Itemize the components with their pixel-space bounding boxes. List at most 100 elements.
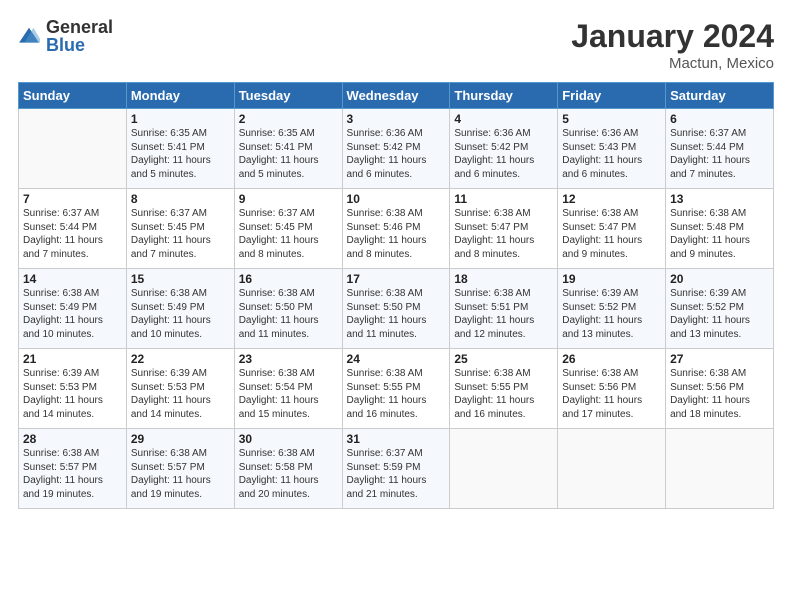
day-cell — [558, 429, 666, 509]
page: General Blue January 2024 Mactun, Mexico… — [0, 0, 792, 612]
logo-general: General — [46, 18, 113, 36]
logo-text: General Blue — [46, 18, 113, 54]
day-info: Sunrise: 6:39 AMSunset: 5:53 PMDaylight:… — [23, 367, 122, 421]
day-number: 31 — [347, 432, 446, 446]
calendar-body: 1Sunrise: 6:35 AMSunset: 5:41 PMDaylight… — [19, 109, 774, 509]
day-info: Sunrise: 6:38 AMSunset: 5:54 PMDaylight:… — [239, 367, 338, 421]
day-number: 14 — [23, 272, 122, 286]
day-cell: 31Sunrise: 6:37 AMSunset: 5:59 PMDayligh… — [342, 429, 450, 509]
day-number: 21 — [23, 352, 122, 366]
day-of-week-wednesday: Wednesday — [342, 83, 450, 109]
day-cell: 8Sunrise: 6:37 AMSunset: 5:45 PMDaylight… — [126, 189, 234, 269]
day-cell — [450, 429, 558, 509]
logo-blue: Blue — [46, 36, 113, 54]
day-number: 29 — [131, 432, 230, 446]
day-info: Sunrise: 6:38 AMSunset: 5:55 PMDaylight:… — [454, 367, 553, 421]
day-info: Sunrise: 6:36 AMSunset: 5:42 PMDaylight:… — [347, 127, 446, 181]
day-number: 3 — [347, 112, 446, 126]
month-title: January 2024 — [571, 18, 774, 55]
day-info: Sunrise: 6:38 AMSunset: 5:55 PMDaylight:… — [347, 367, 446, 421]
calendar-header: SundayMondayTuesdayWednesdayThursdayFrid… — [19, 83, 774, 109]
day-info: Sunrise: 6:37 AMSunset: 5:44 PMDaylight:… — [23, 207, 122, 261]
day-of-week-saturday: Saturday — [666, 83, 774, 109]
week-row-1: 7Sunrise: 6:37 AMSunset: 5:44 PMDaylight… — [19, 189, 774, 269]
day-info: Sunrise: 6:37 AMSunset: 5:44 PMDaylight:… — [670, 127, 769, 181]
day-info: Sunrise: 6:39 AMSunset: 5:52 PMDaylight:… — [670, 287, 769, 341]
day-info: Sunrise: 6:38 AMSunset: 5:46 PMDaylight:… — [347, 207, 446, 261]
day-cell — [19, 109, 127, 189]
day-info: Sunrise: 6:38 AMSunset: 5:56 PMDaylight:… — [670, 367, 769, 421]
calendar: SundayMondayTuesdayWednesdayThursdayFrid… — [18, 82, 774, 509]
day-cell: 26Sunrise: 6:38 AMSunset: 5:56 PMDayligh… — [558, 349, 666, 429]
week-row-0: 1Sunrise: 6:35 AMSunset: 5:41 PMDaylight… — [19, 109, 774, 189]
day-cell: 30Sunrise: 6:38 AMSunset: 5:58 PMDayligh… — [234, 429, 342, 509]
day-info: Sunrise: 6:38 AMSunset: 5:49 PMDaylight:… — [131, 287, 230, 341]
week-row-4: 28 Sunrise: 6:38 AMSunset: 5:57 PMDayligh… — [19, 429, 774, 509]
day-cell: 22Sunrise: 6:39 AMSunset: 5:53 PMDayligh… — [126, 349, 234, 429]
day-cell: 18Sunrise: 6:38 AMSunset: 5:51 PMDayligh… — [450, 269, 558, 349]
day-cell: 15Sunrise: 6:38 AMSunset: 5:49 PMDayligh… — [126, 269, 234, 349]
day-cell: 12Sunrise: 6:38 AMSunset: 5:47 PMDayligh… — [558, 189, 666, 269]
day-of-week-monday: Monday — [126, 83, 234, 109]
day-number: 30 — [239, 432, 338, 446]
day-number: 2 — [239, 112, 338, 126]
day-number: 24 — [347, 352, 446, 366]
day-info: Sunrise: 6:39 AMSunset: 5:52 PMDaylight:… — [562, 287, 661, 341]
day-info: Sunrise: 6:38 AMSunset: 5:58 PMDaylight:… — [239, 447, 338, 501]
day-info: Sunrise: 6:38 AMSunset: 5:50 PMDaylight:… — [239, 287, 338, 341]
day-number: 10 — [347, 192, 446, 206]
day-number: 25 — [454, 352, 553, 366]
day-number: 28 — [23, 432, 122, 446]
day-number: 16 — [239, 272, 338, 286]
day-of-week-thursday: Thursday — [450, 83, 558, 109]
day-cell: 9Sunrise: 6:37 AMSunset: 5:45 PMDaylight… — [234, 189, 342, 269]
day-number: 19 — [562, 272, 661, 286]
day-number: 15 — [131, 272, 230, 286]
day-info: Sunrise: 6:37 AMSunset: 5:59 PMDaylight:… — [347, 447, 446, 501]
day-cell: 25Sunrise: 6:38 AMSunset: 5:55 PMDayligh… — [450, 349, 558, 429]
day-number: 7 — [23, 192, 122, 206]
day-info: Sunrise: 6:37 AMSunset: 5:45 PMDaylight:… — [239, 207, 338, 261]
day-cell: 5Sunrise: 6:36 AMSunset: 5:43 PMDaylight… — [558, 109, 666, 189]
day-number: 18 — [454, 272, 553, 286]
day-cell: 21Sunrise: 6:39 AMSunset: 5:53 PMDayligh… — [19, 349, 127, 429]
day-cell: 2Sunrise: 6:35 AMSunset: 5:41 PMDaylight… — [234, 109, 342, 189]
day-info: Sunrise: 6:38 AMSunset: 5:57 PMDaylight:… — [131, 447, 230, 501]
day-cell: 7Sunrise: 6:37 AMSunset: 5:44 PMDaylight… — [19, 189, 127, 269]
day-number: 27 — [670, 352, 769, 366]
day-number: 13 — [670, 192, 769, 206]
day-cell: 4Sunrise: 6:36 AMSunset: 5:42 PMDaylight… — [450, 109, 558, 189]
day-number: 6 — [670, 112, 769, 126]
day-cell: 10Sunrise: 6:38 AMSunset: 5:46 PMDayligh… — [342, 189, 450, 269]
day-info: Sunrise: 6:38 AMSunset: 5:47 PMDaylight:… — [454, 207, 553, 261]
day-cell — [666, 429, 774, 509]
day-of-week-tuesday: Tuesday — [234, 83, 342, 109]
day-cell: 23Sunrise: 6:38 AMSunset: 5:54 PMDayligh… — [234, 349, 342, 429]
day-of-week-friday: Friday — [558, 83, 666, 109]
day-info: Sunrise: 6:38 AMSunset: 5:56 PMDaylight:… — [562, 367, 661, 421]
day-number: 1 — [131, 112, 230, 126]
day-info: Sunrise: 6:35 AMSunset: 5:41 PMDaylight:… — [131, 127, 230, 181]
day-info: Sunrise: 6:36 AMSunset: 5:43 PMDaylight:… — [562, 127, 661, 181]
day-cell: 20Sunrise: 6:39 AMSunset: 5:52 PMDayligh… — [666, 269, 774, 349]
day-number: 9 — [239, 192, 338, 206]
day-cell: 19Sunrise: 6:39 AMSunset: 5:52 PMDayligh… — [558, 269, 666, 349]
day-cell: 1Sunrise: 6:35 AMSunset: 5:41 PMDaylight… — [126, 109, 234, 189]
day-cell: 24Sunrise: 6:38 AMSunset: 5:55 PMDayligh… — [342, 349, 450, 429]
week-row-3: 21Sunrise: 6:39 AMSunset: 5:53 PMDayligh… — [19, 349, 774, 429]
logo-icon — [18, 25, 40, 47]
day-info: Sunrise: 6:38 AMSunset: 5:51 PMDaylight:… — [454, 287, 553, 341]
day-number: 4 — [454, 112, 553, 126]
day-number: 20 — [670, 272, 769, 286]
day-cell: 13Sunrise: 6:38 AMSunset: 5:48 PMDayligh… — [666, 189, 774, 269]
header-row: SundayMondayTuesdayWednesdayThursdayFrid… — [19, 83, 774, 109]
day-info: Sunrise: 6:38 AMSunset: 5:47 PMDaylight:… — [562, 207, 661, 261]
header: General Blue January 2024 Mactun, Mexico — [18, 18, 774, 72]
title-block: January 2024 Mactun, Mexico — [571, 18, 774, 72]
day-cell: 28Sunrise: 6:38 AMSunset: 5:57 PMDayligh… — [19, 429, 127, 509]
day-number: 12 — [562, 192, 661, 206]
day-info: Sunrise: 6:37 AMSunset: 5:45 PMDaylight:… — [131, 207, 230, 261]
day-cell: 16Sunrise: 6:38 AMSunset: 5:50 PMDayligh… — [234, 269, 342, 349]
day-cell: 11Sunrise: 6:38 AMSunset: 5:47 PMDayligh… — [450, 189, 558, 269]
day-cell: 29Sunrise: 6:38 AMSunset: 5:57 PMDayligh… — [126, 429, 234, 509]
